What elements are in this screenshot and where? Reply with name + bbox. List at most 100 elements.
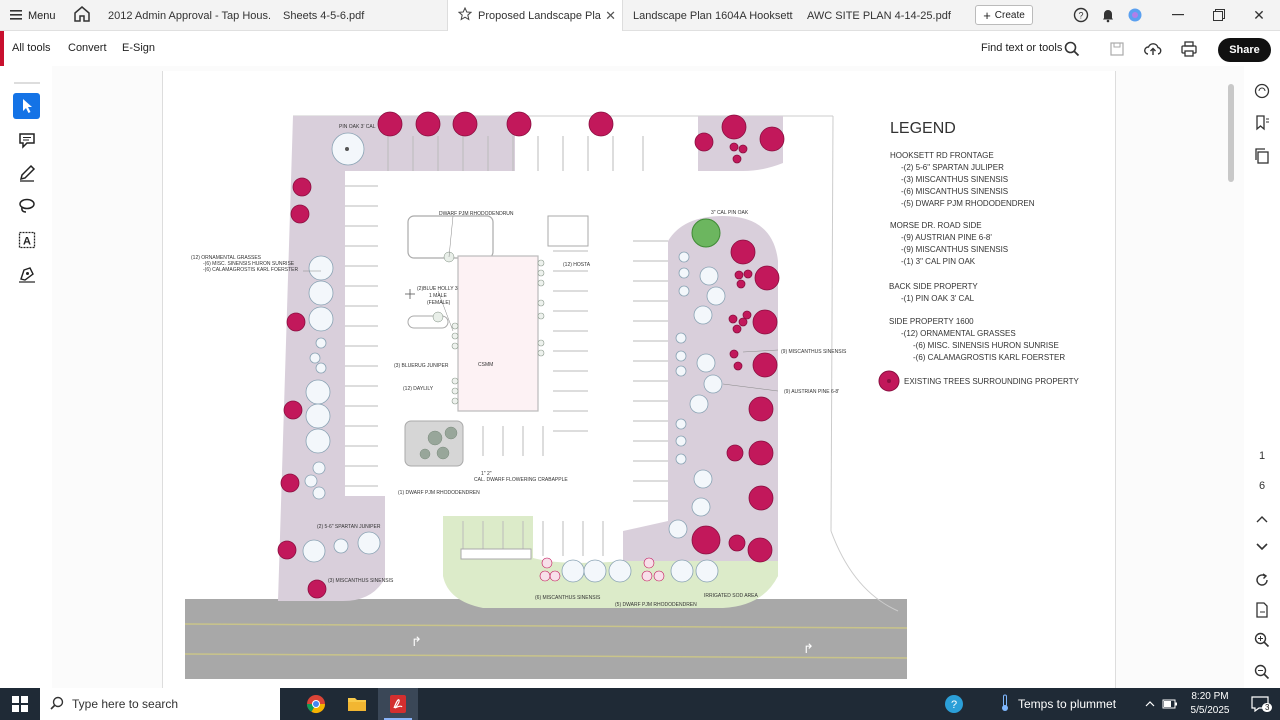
- plan-label-daylily: (12) DAYLILY: [403, 386, 434, 392]
- plan-label-pin-oak-right: 3" CAL PIN OAK: [711, 210, 749, 216]
- legend-item: -(12) ORNAMENTAL GRASSES: [901, 329, 1016, 338]
- upload-cloud-icon[interactable]: [1144, 40, 1162, 58]
- chevron-down-icon[interactable]: [1253, 538, 1271, 556]
- plan-label-misc-bottom: (6) MISCANTHUS SINENSIS: [535, 595, 601, 601]
- windows-start-icon[interactable]: [0, 688, 40, 720]
- find-text-label[interactable]: Find text or tools: [981, 42, 1062, 54]
- convert-link[interactable]: Convert: [68, 42, 107, 54]
- home-icon[interactable]: [72, 5, 94, 25]
- legend-item: -(2) 5-6" SPARTAN JULIPER: [901, 163, 1004, 172]
- print-icon[interactable]: [1180, 40, 1198, 58]
- chevron-up-tray-icon[interactable]: [1140, 688, 1160, 720]
- zoom-in-icon[interactable]: [1253, 631, 1271, 649]
- search-icon[interactable]: [1063, 40, 1081, 58]
- svg-text:?: ?: [951, 699, 957, 711]
- plan-label-ornamental-3: -(6) CALAMAGROSTIS KARL FOERSTER: [203, 267, 298, 273]
- close-window-icon[interactable]: ✕: [1248, 5, 1270, 25]
- copy-pages-icon[interactable]: [1253, 147, 1271, 165]
- minimize-icon[interactable]: [1167, 5, 1189, 25]
- ai-assistant-icon[interactable]: [1126, 6, 1144, 24]
- save-icon[interactable]: [1108, 40, 1126, 58]
- tab-bar: Menu 2012 Admin Approval - Tap Hous... S…: [0, 0, 1280, 31]
- plus-icon: +: [983, 7, 991, 23]
- crosshair-cursor-icon: [405, 289, 415, 299]
- vertical-scrollbar[interactable]: [1228, 84, 1234, 182]
- legend-item: -(1) 3" CAL PIN OAK: [901, 257, 976, 266]
- document-viewport[interactable]: ↱ ↱ CSMM PIN OAK 3' CAL DWARF PJM RHODOD…: [52, 66, 1244, 691]
- battery-icon[interactable]: [1160, 688, 1180, 720]
- clock-time: 8:20 PM: [1191, 691, 1229, 702]
- text-box-tool-icon[interactable]: A: [13, 227, 40, 253]
- tab-admin-approval[interactable]: 2012 Admin Approval - Tap Hous...: [100, 0, 270, 31]
- legend-item: -(6) MISC. SINENSIS HURON SUNRISE: [913, 341, 1059, 350]
- legend-heading-side-1600: SIDE PROPERTY 1600: [889, 317, 974, 326]
- bell-icon[interactable]: [1099, 6, 1117, 24]
- menu-label: Menu: [28, 10, 56, 22]
- legend-item: -(9) MISCANTHUS SINENSIS: [901, 245, 1008, 254]
- legend-title: LEGEND: [890, 120, 956, 137]
- plan-label-hosta: (12) HOSTA: [563, 262, 591, 268]
- tab-label: Sheets 4-5-6.pdf: [283, 9, 365, 22]
- refresh-icon[interactable]: [1253, 571, 1271, 589]
- share-button[interactable]: Share: [1218, 38, 1271, 62]
- landscape-plan-drawing: ↱ ↱ CSMM PIN OAK 3' CAL DWARF PJM RHODOD…: [184, 111, 1080, 679]
- lasso-tool-icon[interactable]: [13, 193, 40, 219]
- plan-label-blue-holly-2: 1 MALE: [429, 293, 447, 299]
- all-tools-link[interactable]: All tools: [12, 42, 51, 54]
- clock-date: 5/5/2025: [1190, 705, 1230, 716]
- right-rail: 1 6: [1244, 66, 1280, 688]
- plan-label-bluerug: (3) BLUERUG JUNIPER: [394, 363, 449, 369]
- pin-oak-tree: [691, 218, 721, 248]
- tab-label: Landscape Plan 1604A Hooksett ...: [633, 9, 794, 22]
- plan-label-dwarf-pjm-top: DWARF PJM RHODODENDRUN: [439, 211, 514, 217]
- plan-label-blue-holly-3: (FEMALE): [427, 300, 451, 306]
- notifications-icon[interactable]: 3: [1240, 688, 1280, 720]
- current-page-number[interactable]: 1: [1244, 450, 1280, 462]
- thermometer-icon: [1000, 694, 1010, 715]
- esign-link[interactable]: E-Sign: [122, 42, 155, 54]
- rail-divider: [14, 82, 40, 84]
- plan-label-irrigated-sod: IRRIGATED SOD AREA: [704, 593, 758, 599]
- svg-text:↱: ↱: [803, 641, 814, 656]
- edge-update-icon[interactable]: ?: [934, 688, 974, 720]
- menu-button[interactable]: Menu: [10, 6, 56, 26]
- select-tool-icon[interactable]: [13, 93, 40, 119]
- plan-label-austrian-right: (9) AUSTRIAN PINE 6-8': [784, 389, 839, 395]
- taskbar-search-box[interactable]: Type here to search: [40, 688, 280, 720]
- sign-tool-icon[interactable]: [13, 261, 40, 287]
- tab-sheets[interactable]: Sheets 4-5-6.pdf: [276, 0, 446, 31]
- legend-heading-hooksett: HOOKSETT RD FRONTAGE: [890, 151, 994, 160]
- help-icon[interactable]: ?: [1072, 6, 1090, 24]
- bookmark-panel-icon[interactable]: [1253, 114, 1271, 132]
- legend-heading-back-side: BACK SIDE PROPERTY: [889, 282, 978, 291]
- svg-text:↱: ↱: [411, 634, 422, 649]
- acrobat-icon[interactable]: [378, 688, 418, 720]
- restore-icon[interactable]: [1208, 5, 1230, 25]
- tab-proposed-landscape[interactable]: Proposed Landscape Pla ✕: [447, 0, 623, 31]
- tab-awc-site-plan[interactable]: AWC SITE PLAN 4-14-25.pdf: [800, 0, 968, 31]
- plan-label-misc-left: (3) MISCANTHUS SINENSIS: [328, 578, 394, 584]
- plan-label-crabapple-2: CAL. DWARF FLOWERING CRABAPPLE: [474, 477, 568, 483]
- legend-item: -(9) AUSTRIAN PINE 6-8': [901, 233, 992, 242]
- close-tab-icon[interactable]: ✕: [605, 8, 616, 24]
- hamburger-icon: [10, 9, 22, 23]
- system-clock[interactable]: 8:20 PM 5/5/2025: [1186, 690, 1234, 718]
- svg-text:A: A: [23, 236, 31, 248]
- comment-tool-icon[interactable]: [13, 127, 40, 153]
- ai-chat-icon[interactable]: [1253, 82, 1271, 100]
- legend: LEGEND HOOKSETT RD FRONTAGE -(2) 5-6" SP…: [878, 120, 1080, 392]
- windows-taskbar: Type here to search ? Temps to plummet 8…: [0, 688, 1280, 720]
- file-explorer-icon[interactable]: [337, 688, 377, 720]
- create-button[interactable]: + Create: [975, 5, 1033, 25]
- tab-landscape-plan[interactable]: Landscape Plan 1604A Hooksett ...: [626, 0, 794, 31]
- weather-widget[interactable]: Temps to plummet: [1000, 688, 1116, 720]
- chrome-icon[interactable]: [296, 688, 336, 720]
- star-icon[interactable]: [457, 6, 473, 24]
- zoom-out-icon[interactable]: [1253, 663, 1271, 681]
- pen-tool-icon[interactable]: [13, 160, 40, 186]
- chevron-up-icon[interactable]: [1253, 510, 1271, 528]
- island-top-left: [407, 215, 494, 259]
- extract-page-icon[interactable]: [1253, 601, 1271, 619]
- toolbar: All tools Convert E-Sign Find text or to…: [0, 31, 1280, 66]
- tab-label: Proposed Landscape Pla: [478, 9, 601, 22]
